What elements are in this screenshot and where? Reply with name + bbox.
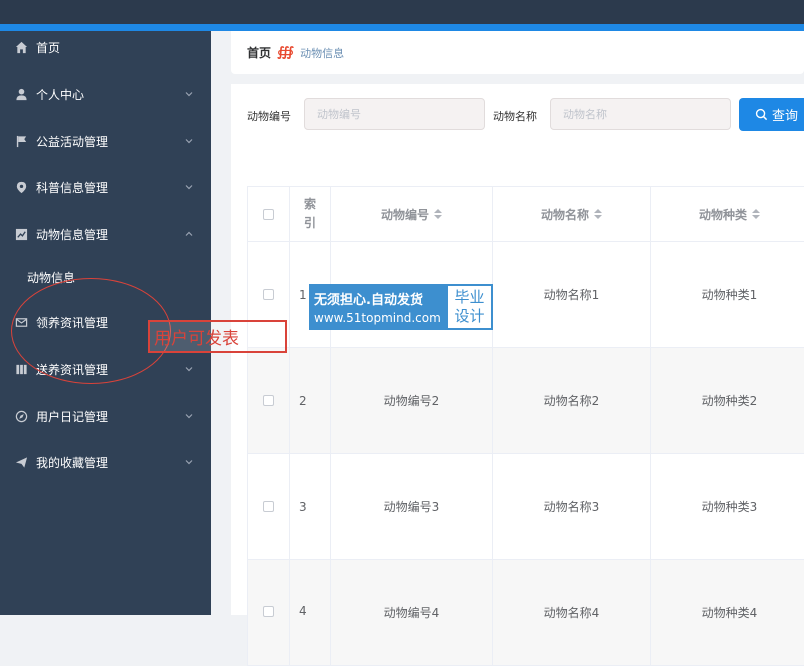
sidebar-item-label: 我的收藏管理 (36, 455, 109, 470)
sidebar-item-label: 科普信息管理 (36, 180, 109, 195)
chevron-down-icon (184, 410, 194, 420)
chevron-down-icon (184, 88, 194, 98)
table-cell-animal-type: 动物种类4 (651, 560, 804, 666)
flag-icon (14, 134, 28, 148)
sidebar-item-label: 公益活动管理 (36, 134, 109, 149)
home-icon (14, 40, 28, 54)
table-cell-animal-code: 动物编号2 (331, 348, 493, 454)
sidebar-item-personal-center[interactable]: 个人中心 (0, 74, 211, 114)
annotation-note: 用户可发表 (148, 320, 287, 353)
table-cell-index: 4 (290, 560, 331, 666)
location-icon (14, 180, 28, 194)
breadcrumb-separator-icon: ∰ (277, 45, 295, 60)
table-cell-index: 3 (290, 454, 331, 560)
animal-code-input[interactable] (304, 98, 485, 130)
compass-icon (14, 409, 28, 423)
watermark-tag-line2: 设计 (454, 307, 485, 325)
select-all-cell (247, 186, 290, 242)
sort-icon[interactable] (594, 209, 602, 219)
table-cell-animal-name: 动物名称3 (493, 454, 651, 560)
table-cell-animal-type: 动物种类1 (651, 242, 804, 348)
column-header-animal-code[interactable]: 动物编号 (331, 186, 493, 242)
watermark-badge: 无须担心.自动发货 www.51topmind.com 毕业 设计 (309, 284, 493, 330)
sidebar-item-science-info[interactable]: 科普信息管理 (0, 167, 211, 207)
watermark-tag-line1: 毕业 (454, 288, 485, 306)
row-select-cell (247, 560, 290, 666)
search-icon (755, 108, 768, 121)
row-select-cell (247, 348, 290, 454)
table-cell-animal-name: 动物名称1 (493, 242, 651, 348)
chevron-up-icon (184, 228, 194, 238)
sort-icon[interactable] (434, 209, 442, 219)
sidebar-item-my-favorites[interactable]: 我的收藏管理 (0, 442, 211, 482)
table-cell-animal-name: 动物名称4 (493, 560, 651, 666)
chevron-down-icon (184, 363, 194, 373)
table-cell-index: 2 (290, 348, 331, 454)
user-icon (14, 87, 28, 101)
sidebar-item-label: 个人中心 (36, 87, 85, 102)
chevron-down-icon (184, 135, 194, 145)
bookmark-icon (14, 362, 28, 376)
row-checkbox[interactable] (263, 501, 274, 512)
sidebar-item-label: 用户日记管理 (36, 409, 109, 424)
sort-icon[interactable] (752, 209, 760, 219)
animal-name-label: 动物名称 (493, 110, 537, 123)
breadcrumb-current: 动物信息 (300, 46, 345, 60)
column-header-animal-name[interactable]: 动物名称 (493, 186, 651, 242)
sidebar-item-label: 动物信息管理 (36, 227, 109, 242)
sidebar-item-charity-activity[interactable]: 公益活动管理 (0, 121, 211, 161)
chevron-down-icon (184, 181, 194, 191)
breadcrumb-home[interactable]: 首页 (247, 44, 271, 61)
row-select-cell (247, 454, 290, 560)
sidebar-item-home[interactable]: 首页 (0, 27, 211, 67)
column-header-index: 索 引 (290, 186, 331, 242)
watermark-text-block: 无须担心.自动发货 www.51topmind.com (309, 284, 446, 330)
column-header-label: 动物种类 (698, 207, 747, 222)
animal-code-label: 动物编号 (247, 110, 291, 123)
animal-name-input[interactable] (550, 98, 731, 130)
table-cell-animal-code: 动物编号4 (331, 560, 493, 666)
send-icon (14, 455, 28, 469)
row-checkbox[interactable] (263, 395, 274, 406)
sidebar-item-animal-info[interactable]: 动物信息管理 (0, 214, 211, 254)
select-all-checkbox[interactable] (263, 208, 274, 220)
row-checkbox[interactable] (263, 289, 274, 300)
row-checkbox[interactable] (263, 606, 274, 617)
table-cell-animal-code: 动物编号3 (331, 454, 493, 560)
annotation-ellipse (11, 278, 171, 384)
chart-icon (14, 227, 28, 241)
watermark-url: www.51topmind.com (314, 311, 441, 325)
column-header-label: 动物编号 (380, 207, 429, 222)
top-header (0, 0, 804, 24)
column-header-label: 动物名称 (540, 207, 589, 222)
table-cell-animal-type: 动物种类3 (651, 454, 804, 560)
watermark-tag: 毕业 设计 (446, 284, 493, 330)
table-cell-animal-name: 动物名称2 (493, 348, 651, 454)
sidebar-item-user-diary[interactable]: 用户日记管理 (0, 396, 211, 436)
search-button[interactable]: 查询 (739, 98, 804, 131)
column-header-animal-type[interactable]: 动物种类 (651, 186, 804, 242)
search-button-label: 查询 (772, 108, 799, 123)
sidebar-item-label: 首页 (36, 40, 61, 55)
chevron-down-icon (184, 456, 194, 466)
watermark-line1: 无须担心.自动发货 (314, 293, 423, 308)
breadcrumb: 首页 ∰ 动物信息 (231, 31, 804, 74)
table-cell-animal-type: 动物种类2 (651, 348, 804, 454)
